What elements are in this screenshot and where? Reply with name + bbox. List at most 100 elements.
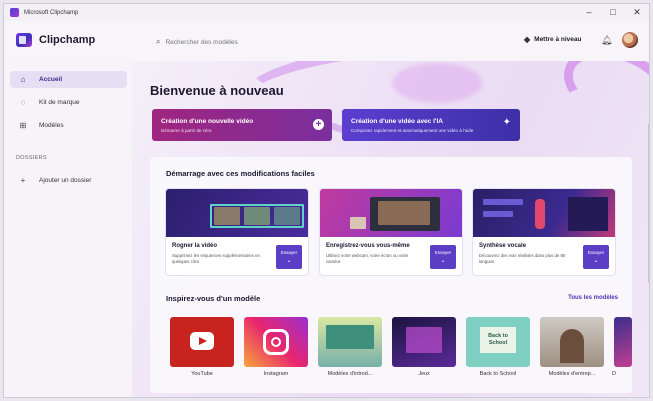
app-icon bbox=[10, 8, 19, 17]
gaming-preview-shape bbox=[406, 327, 442, 353]
brand-kit-icon: ◌ bbox=[20, 98, 26, 107]
template-intro[interactable] bbox=[318, 317, 382, 367]
sidebar-item-home[interactable]: ⌂ Accueil bbox=[10, 71, 127, 88]
window-controls: – □ ✕ bbox=[577, 4, 649, 21]
template-business[interactable] bbox=[540, 317, 604, 367]
try-label: Essayer bbox=[587, 250, 605, 255]
instagram-logo-icon bbox=[263, 329, 289, 355]
plus-icon: + bbox=[20, 176, 26, 185]
see-all-templates-link[interactable]: Tous les modèles bbox=[568, 295, 618, 301]
try-label: Essayer bbox=[280, 250, 298, 255]
webcam-bubble bbox=[350, 217, 366, 229]
feature-name: Synthèse vocale bbox=[479, 243, 527, 249]
template-label: Back to School bbox=[479, 371, 517, 377]
feature-name: Enregistrez-vous vous-même bbox=[326, 243, 410, 249]
search-bar[interactable]: ⌕ bbox=[156, 35, 376, 49]
tts-line bbox=[483, 211, 513, 217]
templates-heading: Inspirez-vous d'un modèle bbox=[166, 294, 261, 303]
feature-description: Découvrez des voix réalistes dans plus d… bbox=[479, 253, 566, 264]
app-logo[interactable]: Clipchamp bbox=[16, 33, 95, 47]
create-ai-video-button[interactable]: Création d'une vidéo avec l'IA Composez … bbox=[342, 109, 520, 141]
template-label: Modèles d'entrep... bbox=[548, 371, 596, 377]
feature-name: Rogner la vidéo bbox=[172, 243, 218, 249]
sidebar: ⌂ Accueil ◌ Kit de marque ⊞ Modèles DOSS… bbox=[4, 61, 132, 397]
create-new-video-button[interactable]: Création d'une nouvelle vidéo Démarrer à… bbox=[152, 109, 332, 141]
chevron-down-icon: ⌄ bbox=[593, 258, 599, 264]
trim-handle bbox=[210, 204, 304, 228]
folders-section-label: DOSSIERS bbox=[16, 155, 47, 161]
template-label: YouTube bbox=[191, 371, 213, 377]
search-icon: ⌕ bbox=[156, 37, 161, 46]
title-bar: Microsoft Clipchamp – □ ✕ bbox=[4, 4, 649, 21]
upgrade-button[interactable]: ◆ Mettre à niveau bbox=[524, 35, 581, 44]
feature-card-trim[interactable]: Rogner la vidéo Supprimez les séquences … bbox=[166, 189, 308, 275]
clipchamp-logo-icon bbox=[16, 33, 32, 47]
template-label: Modèles d'introd... bbox=[327, 371, 373, 377]
try-button[interactable]: Essayer ⌄ bbox=[276, 245, 302, 269]
cta-title: Création d'une vidéo avec l'IA bbox=[351, 118, 443, 125]
maximize-button[interactable]: □ bbox=[601, 4, 625, 21]
webcam-frame bbox=[378, 201, 430, 225]
upgrade-label: Mettre à niveau bbox=[534, 36, 582, 43]
sidebar-item-label: Kit de marque bbox=[39, 99, 80, 106]
home-panel: Démarrage avec ces modifications faciles… bbox=[150, 157, 632, 393]
template-gaming[interactable] bbox=[392, 317, 456, 367]
close-button[interactable]: ✕ bbox=[625, 4, 649, 21]
feature-description: Utilisez votre webcam, votre écran ou vo… bbox=[326, 253, 409, 264]
business-preview-person bbox=[560, 329, 584, 363]
try-button[interactable]: Essayer ⌄ bbox=[583, 245, 609, 269]
feature-description: Supprimez les séquences supplémentaires … bbox=[172, 253, 260, 264]
app-header: Clipchamp ⌕ ◆ Mettre à niveau 🔔︎ bbox=[4, 21, 649, 61]
avatar[interactable] bbox=[622, 32, 638, 48]
scrollbar-thumb[interactable] bbox=[648, 123, 649, 283]
search-input[interactable] bbox=[165, 38, 356, 46]
template-label: D bbox=[612, 371, 616, 377]
decorative-swirl bbox=[553, 61, 649, 138]
try-label: Essayer bbox=[434, 250, 452, 255]
sidebar-item-label: Accueil bbox=[39, 76, 63, 83]
youtube-logo-icon bbox=[190, 332, 214, 350]
template-back-to-school[interactable]: Back to School bbox=[466, 317, 530, 367]
plus-icon: + bbox=[313, 119, 324, 130]
cta-title: Création d'une nouvelle vidéo bbox=[161, 118, 254, 125]
page-title: Bienvenue à nouveau bbox=[150, 83, 284, 98]
template-label: Jeux bbox=[418, 371, 430, 377]
template-youtube[interactable] bbox=[170, 317, 234, 367]
tts-line bbox=[483, 199, 523, 205]
add-folder-label: Ajouter un dossier bbox=[39, 177, 92, 184]
sparkle-icon: ✦ bbox=[502, 117, 511, 128]
chevron-down-icon: ⌄ bbox=[286, 258, 292, 264]
sidebar-item-label: Modèles bbox=[39, 122, 64, 129]
try-button[interactable]: Essayer ⌄ bbox=[430, 245, 456, 269]
gem-icon: ◆ bbox=[524, 35, 531, 44]
add-folder-button[interactable]: + Ajouter un dossier bbox=[10, 172, 127, 189]
waveform-shape bbox=[535, 199, 545, 229]
template-label: Instagram bbox=[263, 371, 289, 377]
app-window: Microsoft Clipchamp – □ ✕ Clipchamp ⌕ ◆ … bbox=[3, 3, 650, 398]
template-instagram[interactable] bbox=[244, 317, 308, 367]
chevron-down-icon: ⌄ bbox=[440, 258, 446, 264]
camera-lens-icon bbox=[271, 337, 281, 347]
bell-icon[interactable]: 🔔︎ bbox=[601, 35, 612, 46]
minimize-button[interactable]: – bbox=[577, 4, 601, 21]
templates-icon: ⊞ bbox=[19, 121, 27, 130]
home-icon: ⌂ bbox=[20, 75, 26, 84]
trim-thumbnail bbox=[166, 189, 308, 237]
record-thumbnail bbox=[320, 189, 462, 237]
voice-panel bbox=[568, 197, 608, 231]
cta-subtitle: Composez rapidement et automatiquement u… bbox=[351, 128, 474, 133]
easy-edits-heading: Démarrage avec ces modifications faciles bbox=[166, 169, 315, 178]
tts-thumbnail bbox=[473, 189, 615, 237]
app-name: Clipchamp bbox=[39, 34, 96, 46]
feature-card-record[interactable]: Enregistrez-vous vous-même Utilisez votr… bbox=[320, 189, 462, 275]
window-title: Microsoft Clipchamp bbox=[24, 9, 79, 16]
intro-preview-shape bbox=[326, 325, 374, 349]
feature-card-tts[interactable]: Synthèse vocale Découvrez des voix réali… bbox=[473, 189, 615, 275]
sidebar-item-templates[interactable]: ⊞ Modèles bbox=[10, 117, 127, 134]
back-to-school-card: Back to School bbox=[480, 327, 516, 353]
template-next-partial[interactable] bbox=[614, 317, 632, 367]
play-icon bbox=[199, 337, 207, 345]
sidebar-item-brand-kit[interactable]: ◌ Kit de marque bbox=[10, 94, 127, 111]
cta-subtitle: Démarrer à partir de zéro bbox=[161, 128, 212, 133]
main-content: Bienvenue à nouveau Création d'une nouve… bbox=[132, 61, 649, 397]
